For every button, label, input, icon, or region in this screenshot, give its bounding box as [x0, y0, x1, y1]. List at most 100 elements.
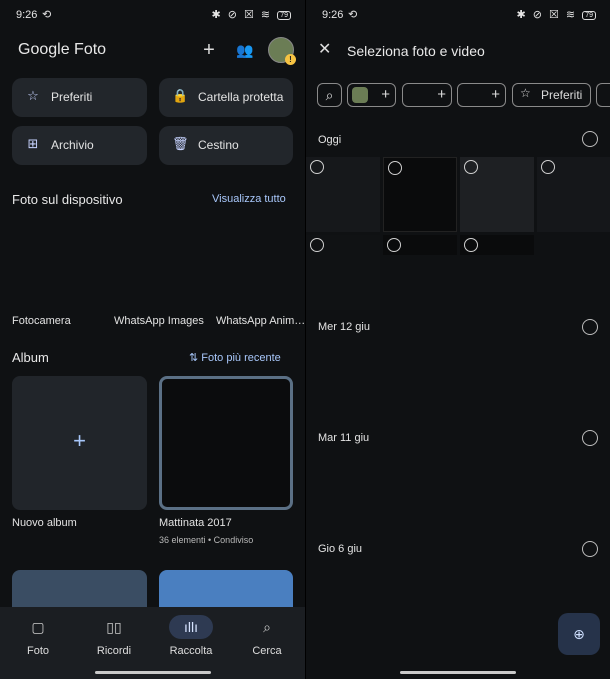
more-filter-chip[interactable] — [596, 83, 610, 107]
chip-favorites[interactable]: ☆ Preferiti — [12, 78, 147, 117]
nav-label: Ricordi — [96, 645, 132, 657]
day-header: Gio 6 giu — [318, 543, 363, 555]
collection-screen: 9:26 ⟲ ✱ ⊘ ☒ ≋ 79 Google Foto + 👥 ! ☆ Pr… — [0, 0, 305, 679]
zoom-icon: ⊕ — [573, 626, 585, 642]
plus-icon: + — [437, 86, 446, 103]
chip-label: Cartella protetta — [198, 90, 284, 104]
photo-thumb[interactable] — [306, 235, 380, 310]
memories-icon: ▯▯ — [106, 619, 122, 635]
archive-icon: ⊞ — [27, 136, 39, 151]
nav-search[interactable]: ⌕ Cerca — [237, 615, 297, 657]
day-header: Oggi — [318, 134, 342, 146]
album-name: Nuovo album — [12, 517, 77, 529]
chip-label: Cestino — [198, 138, 239, 152]
select-radio[interactable] — [387, 238, 401, 252]
device-section-title: Foto sul dispositivo — [12, 192, 123, 207]
sync-icon: ⟲ — [348, 9, 358, 21]
lock-icon: 🔒 — [172, 88, 189, 103]
home-indicator — [95, 671, 211, 674]
logo-google: Google — [18, 41, 70, 58]
close-icon[interactable]: ✕ — [318, 39, 331, 59]
nav-label: Cerca — [252, 645, 282, 657]
status-bar: 9:26 ⟲ ✱ ⊘ ☒ ≋ 79 — [306, 0, 610, 30]
status-time: 9:26 — [16, 9, 38, 21]
chip-trash[interactable]: 🗑 Cestino — [159, 126, 293, 165]
photo-thumb[interactable] — [383, 235, 457, 255]
home-indicator — [400, 671, 516, 674]
sort-label: Foto più recente — [201, 352, 281, 364]
chip-locked-folder[interactable]: 🔒 Cartella protetta — [159, 78, 293, 117]
add-button[interactable]: + — [197, 38, 221, 62]
select-radio[interactable] — [541, 160, 555, 174]
select-radio[interactable] — [464, 238, 478, 252]
select-day-radio[interactable] — [582, 131, 598, 147]
collection-icon: ıllı — [169, 615, 213, 639]
album-cover-mattinata[interactable] — [159, 376, 293, 510]
photo-thumb[interactable] — [383, 157, 457, 232]
system-icons: ✱ ⊘ ☒ ≋ — [516, 9, 578, 21]
sort-recent-button[interactable]: ⇅ Foto più recente — [189, 351, 281, 364]
star-icon: ☆ — [27, 88, 39, 103]
photo-thumb[interactable] — [306, 157, 380, 232]
person-filter-chip[interactable]: + — [347, 83, 396, 107]
device-folder-whatsapp-anim[interactable]: WhatsApp Anim… — [216, 315, 305, 327]
sync-icon: ⟲ — [42, 9, 52, 21]
search-icon: ⌕ — [325, 87, 334, 103]
device-folder-whatsapp-images[interactable]: WhatsApp Images — [114, 315, 204, 327]
avatar[interactable]: ! — [268, 37, 296, 65]
search-filter-button[interactable]: ⌕ — [317, 83, 342, 107]
chip-archive[interactable]: ⊞ Archivio — [12, 126, 147, 165]
album-name: Mattinata 2017 — [159, 517, 232, 529]
chip-label: Preferiti — [51, 90, 93, 104]
select-day-radio[interactable] — [582, 319, 598, 335]
alert-badge-icon: ! — [285, 54, 296, 65]
photo-thumb[interactable] — [460, 157, 534, 232]
view-all-link[interactable]: Visualizza tutto — [212, 193, 286, 205]
person-filter-chip[interactable]: + — [457, 83, 506, 107]
trash-icon: 🗑 — [172, 136, 189, 151]
favorites-filter-chip[interactable]: ☆ Preferiti — [512, 83, 591, 107]
nav-label: Raccolta — [169, 645, 213, 657]
logo-foto: Foto — [74, 41, 107, 58]
status-bar: 9:26 ⟲ ✱ ⊘ ☒ ≋ 79 — [0, 0, 305, 30]
status-icons: ✱ ⊘ ☒ ≋ 79 — [516, 8, 596, 21]
page-title: Seleziona foto e video — [347, 43, 485, 59]
album-section-title: Album — [12, 350, 49, 365]
status-time: 9:26 — [322, 9, 344, 21]
nav-label: Foto — [26, 645, 49, 657]
nav-collection[interactable]: ıllı Raccolta — [161, 615, 221, 657]
chip-label: Archivio — [51, 138, 94, 152]
sort-icon: ⇅ — [189, 352, 199, 364]
device-folder-camera[interactable]: Fotocamera — [12, 315, 71, 327]
nav-photos[interactable]: ▢ Foto — [8, 615, 68, 657]
person-thumb — [352, 87, 368, 103]
bottom-navigation: ▢ Foto ▯▯ Ricordi ıllı Raccolta ⌕ Cerca — [0, 607, 305, 679]
select-day-radio[interactable] — [582, 430, 598, 446]
battery-icon: 79 — [277, 10, 291, 20]
select-radio[interactable] — [464, 160, 478, 174]
battery-icon: 79 — [582, 10, 596, 20]
select-radio[interactable] — [388, 161, 402, 175]
system-icons: ✱ ⊘ ☒ ≋ — [211, 9, 273, 21]
sharing-icon[interactable]: 👥 — [233, 38, 257, 62]
select-photos-screen: 9:26 ⟲ ✱ ⊘ ☒ ≋ 79 ✕ Seleziona foto e vid… — [306, 0, 610, 679]
select-radio[interactable] — [310, 238, 324, 252]
new-album-tile[interactable]: + — [12, 376, 147, 510]
person-filter-chip[interactable]: + — [402, 83, 452, 107]
photo-icon: ▢ — [31, 619, 45, 635]
zoom-button[interactable]: ⊕ — [558, 613, 600, 655]
nav-memories[interactable]: ▯▯ Ricordi — [84, 615, 144, 657]
plus-icon: + — [73, 428, 86, 453]
app-logo: Google Foto — [18, 41, 106, 59]
chip-label: Preferiti — [541, 88, 583, 102]
plus-icon: + — [491, 86, 500, 103]
photo-thumb[interactable] — [460, 235, 534, 255]
day-header: Mar 11 giu — [318, 432, 370, 444]
star-icon: ☆ — [520, 86, 531, 100]
select-radio[interactable] — [310, 160, 324, 174]
day-header: Mer 12 giu — [318, 321, 370, 333]
status-icons: ✱ ⊘ ☒ ≋ 79 — [211, 8, 291, 21]
select-day-radio[interactable] — [582, 541, 598, 557]
album-meta: 36 elementi • Condiviso — [159, 535, 254, 545]
photo-thumb[interactable] — [537, 157, 610, 232]
